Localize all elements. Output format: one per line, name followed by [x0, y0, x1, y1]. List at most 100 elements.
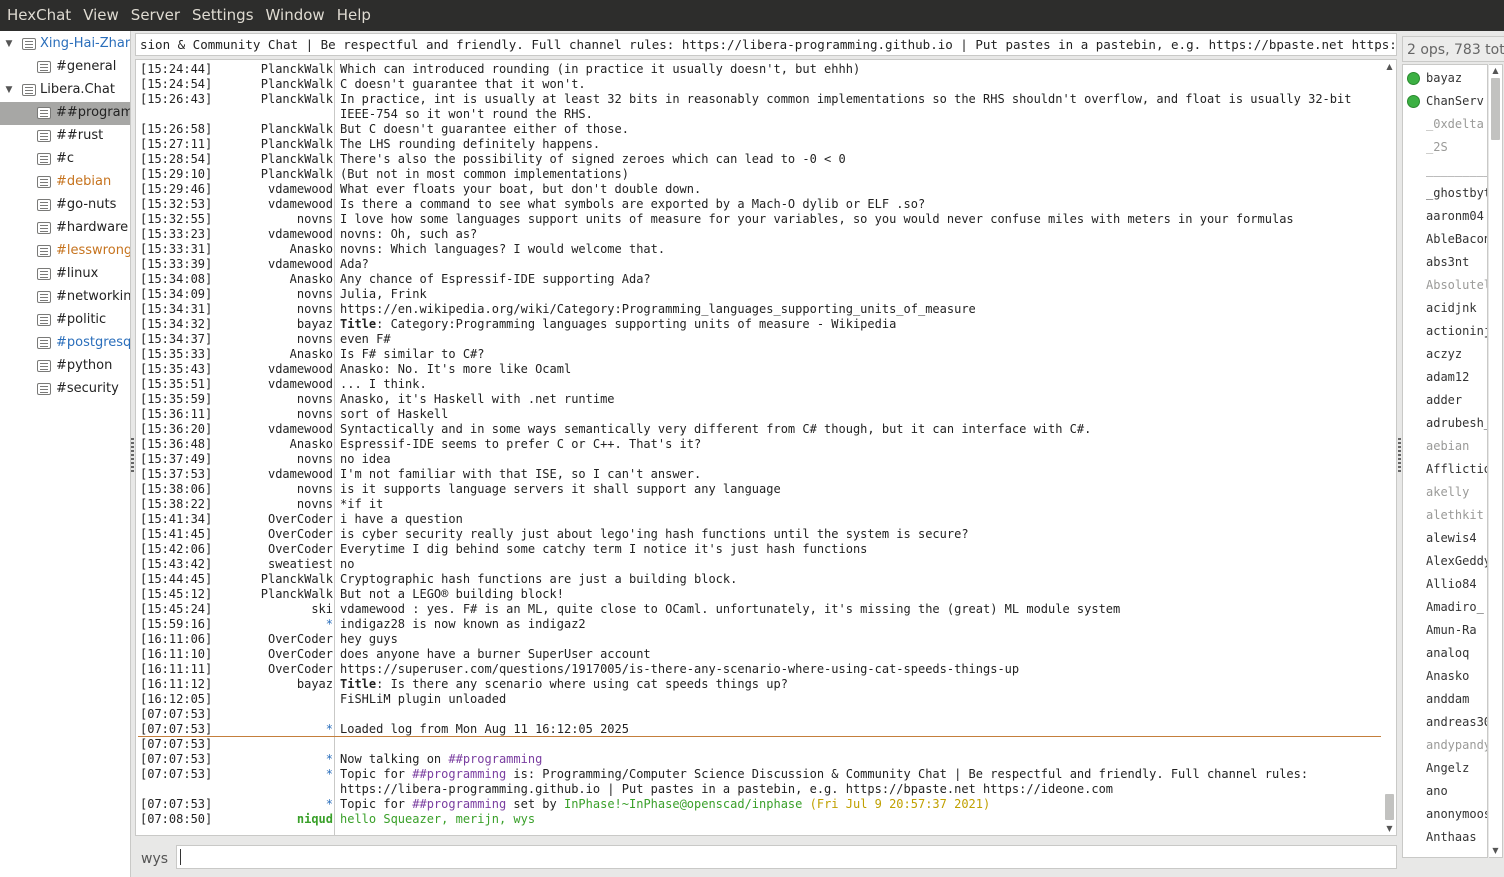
user-row[interactable]: ano: [1403, 780, 1487, 803]
user-row[interactable]: AlexGeddy: [1403, 550, 1487, 573]
input-nick-label[interactable]: wys: [141, 851, 168, 867]
nick[interactable]: sweatiest: [216, 557, 333, 571]
user-row[interactable]: AbleBacon: [1403, 228, 1487, 251]
user-row[interactable]: aebian: [1403, 435, 1487, 458]
user-row[interactable]: actioninj: [1403, 320, 1487, 343]
scroll-up-icon[interactable]: ▲: [1384, 62, 1395, 72]
channel-link[interactable]: ##programming: [412, 797, 506, 811]
user-row[interactable]: alethkit: [1403, 504, 1487, 527]
scroll-up-icon[interactable]: ▲: [1490, 66, 1501, 76]
channel-row[interactable]: #go-nuts: [0, 194, 130, 217]
user-row[interactable]: Allio84: [1403, 573, 1487, 596]
user-row[interactable]: acidjnk: [1403, 297, 1487, 320]
channel-row[interactable]: #lesswrong: [0, 240, 130, 263]
nick[interactable]: vdamewood: [216, 377, 333, 391]
scroll-down-icon[interactable]: ▼: [1490, 846, 1501, 856]
nick[interactable]: *: [216, 752, 333, 766]
nick[interactable]: *: [216, 617, 333, 631]
nick[interactable]: vdamewood: [216, 467, 333, 481]
expander-icon[interactable]: ▼: [3, 38, 15, 50]
user-row[interactable]: anonymoos: [1403, 803, 1487, 826]
nick[interactable]: novns: [216, 392, 333, 406]
user-row[interactable]: andypandy: [1403, 734, 1487, 757]
nick[interactable]: vdamewood: [216, 227, 333, 241]
user-row[interactable]: Afflictio: [1403, 458, 1487, 481]
nick[interactable]: Anasko: [216, 437, 333, 451]
chat-scrollbar[interactable]: ▲ ▼: [1383, 61, 1396, 835]
user-row[interactable]: Angelz: [1403, 757, 1487, 780]
menu-window[interactable]: Window: [260, 0, 331, 31]
user-row[interactable]: analoq: [1403, 642, 1487, 665]
expander-icon[interactable]: ▼: [3, 84, 15, 96]
nick[interactable]: vdamewood: [216, 257, 333, 271]
user-row[interactable]: Amadiro_: [1403, 596, 1487, 619]
nick[interactable]: novns: [216, 212, 333, 226]
nick[interactable]: vdamewood: [216, 362, 333, 376]
nick[interactable]: novns: [216, 452, 333, 466]
nick[interactable]: PlanckWalk: [216, 572, 333, 586]
channel-link[interactable]: ##programming: [448, 752, 542, 766]
channel-row[interactable]: #general: [0, 56, 130, 79]
nick[interactable]: vdamewood: [216, 422, 333, 436]
nick[interactable]: OverCoder: [216, 542, 333, 556]
menu-help[interactable]: Help: [331, 0, 377, 31]
nick[interactable]: OverCoder: [216, 632, 333, 646]
topic-bar[interactable]: sion & Community Chat | Be respectful an…: [135, 33, 1397, 56]
nick[interactable]: niqud: [216, 812, 333, 826]
scroll-down-icon[interactable]: ▼: [1384, 824, 1395, 834]
menu-settings[interactable]: Settings: [186, 0, 260, 31]
channel-row[interactable]: #python: [0, 355, 130, 378]
user-row[interactable]: _0xdelta: [1403, 113, 1487, 136]
user-row[interactable]: adam12: [1403, 366, 1487, 389]
nick[interactable]: vdamewood: [216, 182, 333, 196]
nick[interactable]: PlanckWalk: [216, 62, 333, 76]
channel-row[interactable]: #hardware: [0, 217, 130, 240]
nick[interactable]: PlanckWalk: [216, 122, 333, 136]
channel-row[interactable]: #politic: [0, 309, 130, 332]
pane-resize-handle-left[interactable]: [131, 438, 134, 472]
nick[interactable]: ski: [216, 602, 333, 616]
message-input[interactable]: [176, 845, 1397, 869]
nick[interactable]: bayaz: [216, 317, 333, 331]
channel-row[interactable]: #postgresq: [0, 332, 130, 355]
nick[interactable]: novns: [216, 497, 333, 511]
nick[interactable]: *: [216, 797, 333, 811]
user-row[interactable]: aczyz: [1403, 343, 1487, 366]
userlist-scrollbar[interactable]: ▲ ▼: [1489, 64, 1503, 858]
nick[interactable]: vdamewood: [216, 197, 333, 211]
nick[interactable]: OverCoder: [216, 527, 333, 541]
user-row[interactable]: adrubesh_: [1403, 412, 1487, 435]
user-row[interactable]: Anthaas: [1403, 826, 1487, 849]
nick[interactable]: *: [216, 767, 333, 781]
nick[interactable]: PlanckWalk: [216, 152, 333, 166]
channel-row[interactable]: ##rust: [0, 125, 130, 148]
nick[interactable]: PlanckWalk: [216, 77, 333, 91]
nick[interactable]: novns: [216, 332, 333, 346]
menu-view[interactable]: View: [77, 0, 125, 31]
nick[interactable]: PlanckWalk: [216, 92, 333, 106]
network-row[interactable]: ▼ Xing-Hai-Zhar: [0, 33, 130, 56]
channel-row[interactable]: #security: [0, 378, 130, 401]
user-row[interactable]: akelly: [1403, 481, 1487, 504]
nick[interactable]: Anasko: [216, 242, 333, 256]
nick[interactable]: novns: [216, 287, 333, 301]
user-row[interactable]: alewis4: [1403, 527, 1487, 550]
channel-row[interactable]: ##programm: [0, 102, 130, 125]
user-row[interactable]: ChanServ: [1403, 90, 1487, 113]
channel-row[interactable]: #c: [0, 148, 130, 171]
user-row[interactable]: anddam: [1403, 688, 1487, 711]
user-row[interactable]: Anasko: [1403, 665, 1487, 688]
user-row[interactable]: bayaz: [1403, 67, 1487, 90]
pane-resize-handle-right[interactable]: [1398, 438, 1401, 472]
channel-row[interactable]: #linux: [0, 263, 130, 286]
nick[interactable]: novns: [216, 407, 333, 421]
network-row[interactable]: ▼ Libera.Chat: [0, 79, 130, 102]
nick[interactable]: Anasko: [216, 272, 333, 286]
nick[interactable]: Anasko: [216, 347, 333, 361]
chat-scroll-thumb[interactable]: [1385, 794, 1394, 820]
user-list[interactable]: bayaz ChanServ _0xdelta _2S __________ _ghost…: [1402, 64, 1488, 858]
nick[interactable]: *: [216, 722, 333, 736]
user-row[interactable]: abs3nt: [1403, 251, 1487, 274]
menu-server[interactable]: Server: [125, 0, 186, 31]
channel-row[interactable]: #networkin: [0, 286, 130, 309]
